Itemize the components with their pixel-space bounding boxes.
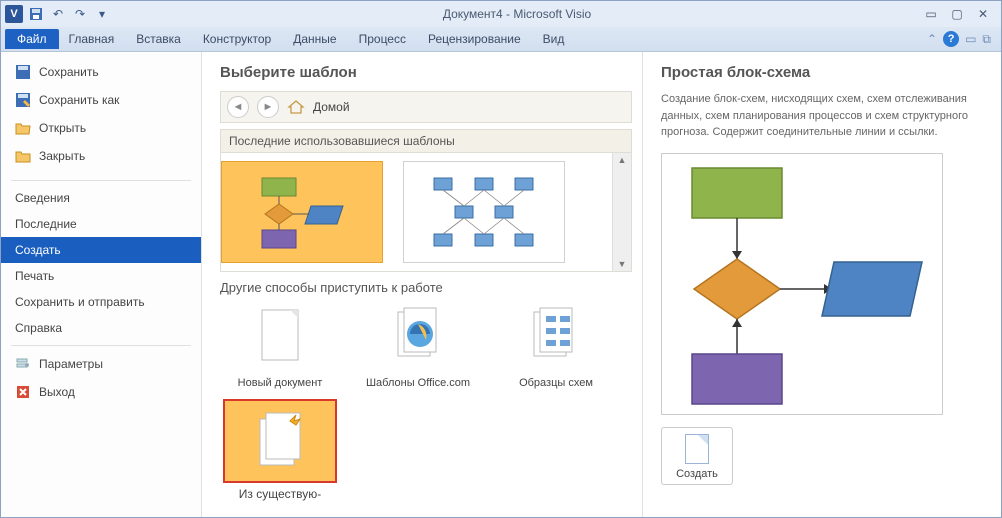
sidebar-label: Создать bbox=[15, 243, 61, 257]
sidebar-label: Справка bbox=[15, 321, 62, 335]
sidebar-item-close[interactable]: Закрыть bbox=[1, 142, 201, 170]
other-ways-heading: Другие способы приступить к работе bbox=[220, 280, 632, 295]
sidebar-item-save[interactable]: Сохранить bbox=[1, 58, 201, 86]
template-panel: Выберите шаблон ◄ ► Домой Последние испо… bbox=[202, 52, 642, 517]
create-label: Создать bbox=[662, 468, 732, 480]
help-icon[interactable]: ? bbox=[943, 31, 959, 47]
preview-panel: Простая блок-схема Создание блок-схем, н… bbox=[642, 52, 1001, 517]
sidebar-item-open[interactable]: Открыть bbox=[1, 114, 201, 142]
template-basic-flowchart[interactable] bbox=[221, 161, 383, 263]
backstage-sidebar: Сохранить Сохранить как Открыть Закрыть … bbox=[1, 52, 201, 517]
sidebar-label: Сохранить bbox=[39, 65, 99, 79]
template-scrollbar[interactable]: ▲▼ bbox=[612, 153, 631, 271]
sidebar-item-options[interactable]: Параметры bbox=[1, 350, 201, 378]
sidebar-label: Закрыть bbox=[39, 149, 85, 163]
ribbon-option-icon[interactable]: ▭ bbox=[965, 32, 976, 46]
template-preview bbox=[661, 153, 943, 415]
choose-template-heading: Выберите шаблон bbox=[220, 64, 632, 81]
sidebar-label: Параметры bbox=[39, 357, 103, 371]
sidebar-item-print[interactable]: Печать bbox=[1, 263, 201, 289]
options-icon bbox=[15, 356, 31, 372]
tab-insert[interactable]: Вставка bbox=[136, 32, 181, 46]
sidebar-item-send[interactable]: Сохранить и отправить bbox=[1, 289, 201, 315]
recent-templates-row: ▲▼ bbox=[220, 153, 632, 272]
sidebar-item-info[interactable]: Сведения bbox=[1, 185, 201, 211]
nav-back-button[interactable]: ◄ bbox=[227, 96, 249, 118]
tab-design[interactable]: Конструктор bbox=[203, 32, 271, 46]
create-button[interactable]: Создать bbox=[661, 427, 733, 485]
folder-open-icon bbox=[15, 120, 31, 136]
title-bar: V ↶ ↷ ▾ Документ4 - Microsoft Visio ▭ ▢ … bbox=[1, 1, 1001, 27]
sidebar-label: Печать bbox=[15, 269, 54, 283]
app-icon: V bbox=[5, 5, 23, 23]
sidebar-label: Последние bbox=[15, 217, 77, 231]
from-existing[interactable]: Из существую- bbox=[220, 399, 340, 501]
qat-more-icon[interactable]: ▾ bbox=[93, 5, 111, 23]
breadcrumb-home[interactable]: Домой bbox=[313, 100, 350, 114]
preview-heading: Простая блок-схема bbox=[661, 64, 983, 81]
save-icon bbox=[15, 64, 31, 80]
sidebar-label: Сохранить как bbox=[39, 93, 119, 107]
minimize-button[interactable]: ▭ bbox=[923, 7, 939, 21]
nav-forward-button[interactable]: ► bbox=[257, 96, 279, 118]
sidebar-label: Сведения bbox=[15, 191, 70, 205]
tab-review[interactable]: Рецензирование bbox=[428, 32, 521, 46]
ribbon-option2-icon[interactable]: ⧉ bbox=[982, 32, 991, 47]
sidebar-label: Выход bbox=[39, 385, 75, 399]
template-network[interactable] bbox=[403, 161, 565, 263]
tab-process[interactable]: Процесс bbox=[359, 32, 406, 46]
office-templates-label: Шаблоны Office.com bbox=[358, 377, 478, 389]
office-templates[interactable]: Шаблоны Office.com bbox=[358, 301, 478, 389]
tab-view[interactable]: Вид bbox=[543, 32, 565, 46]
ribbon-minimize-icon[interactable]: ⌃ bbox=[927, 32, 937, 46]
from-existing-label: Из существую- bbox=[220, 487, 340, 501]
quick-access-toolbar: ↶ ↷ ▾ bbox=[27, 5, 111, 23]
save-as-icon bbox=[15, 92, 31, 108]
sidebar-item-recent[interactable]: Последние bbox=[1, 211, 201, 237]
tab-data[interactable]: Данные bbox=[293, 32, 336, 46]
maximize-button[interactable]: ▢ bbox=[949, 7, 965, 21]
sidebar-item-exit[interactable]: Выход bbox=[1, 378, 201, 406]
scroll-down-icon[interactable]: ▼ bbox=[618, 257, 627, 271]
scroll-up-icon[interactable]: ▲ bbox=[618, 153, 627, 167]
file-tab[interactable]: Файл bbox=[5, 29, 59, 49]
save-icon[interactable] bbox=[27, 5, 45, 23]
window-title: Документ4 - Microsoft Visio bbox=[111, 7, 923, 21]
sample-diagrams[interactable]: Образцы схем bbox=[496, 301, 616, 389]
folder-close-icon bbox=[15, 148, 31, 164]
preview-description: Создание блок-схем, нисходящих схем, схе… bbox=[661, 91, 983, 141]
template-nav: ◄ ► Домой bbox=[220, 91, 632, 123]
home-icon[interactable] bbox=[287, 98, 305, 116]
undo-icon[interactable]: ↶ bbox=[49, 5, 67, 23]
new-doc-label: Новый документ bbox=[220, 377, 340, 389]
ribbon: Файл Главная Вставка Конструктор Данные … bbox=[1, 27, 1001, 52]
recent-templates-header: Последние использовавшиеся шаблоны bbox=[220, 129, 632, 153]
close-button[interactable]: ✕ bbox=[975, 7, 991, 21]
sample-label: Образцы схем bbox=[496, 377, 616, 389]
redo-icon[interactable]: ↷ bbox=[71, 5, 89, 23]
sidebar-label: Сохранить и отправить bbox=[15, 295, 145, 309]
new-blank-document[interactable]: Новый документ bbox=[220, 301, 340, 389]
page-icon bbox=[685, 434, 709, 464]
sidebar-item-help[interactable]: Справка bbox=[1, 315, 201, 341]
sidebar-item-save-as[interactable]: Сохранить как bbox=[1, 86, 201, 114]
sidebar-item-create[interactable]: Создать bbox=[1, 237, 201, 263]
tab-home[interactable]: Главная bbox=[69, 32, 115, 46]
exit-icon bbox=[15, 384, 31, 400]
sidebar-label: Открыть bbox=[39, 121, 86, 135]
